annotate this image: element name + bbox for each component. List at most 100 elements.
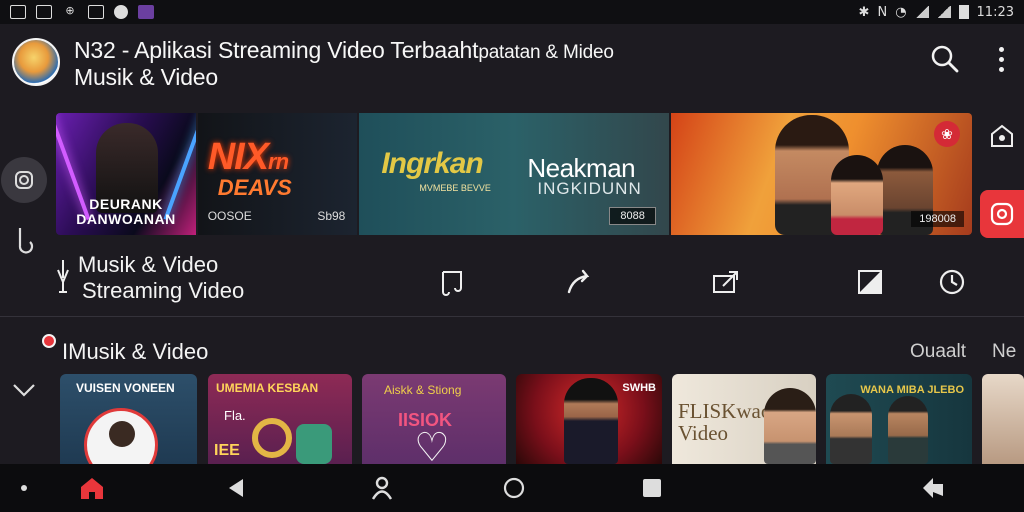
more-options-button[interactable]: [990, 44, 1012, 74]
guitarist-image: [888, 396, 928, 464]
history-button[interactable]: [936, 266, 968, 298]
edit-icon: [858, 270, 882, 294]
more-dot: [998, 46, 1004, 52]
status-left-icons: ⊕: [10, 5, 154, 19]
banner-label: OOSOE: [207, 209, 252, 223]
nav-recents[interactable]: [638, 474, 666, 502]
circle-icon: [503, 477, 525, 499]
app-graphic: [296, 424, 332, 464]
clock: 11:23: [976, 4, 1014, 20]
microphone-icon: [57, 260, 69, 293]
category-title: Musik & Video: [78, 252, 219, 277]
banner-name-sub: INGKIDUNN: [537, 179, 642, 198]
share-button[interactable]: [564, 266, 596, 298]
battery-icon: [958, 5, 969, 19]
divider: [0, 316, 1024, 317]
banner-card[interactable]: ❀ 198008: [670, 113, 972, 235]
banner-card[interactable]: Ingrkan MVMEBE BEVVE Neakman INGKIDUNN 8…: [359, 113, 669, 235]
return-icon: [923, 478, 943, 498]
banner-card[interactable]: DEURANK DANWOANAN: [56, 113, 196, 235]
music-note-icon: [18, 228, 34, 254]
rail-camera-bg: [1, 157, 47, 203]
home-icon: [81, 478, 103, 499]
content-tile[interactable]: VUISEN VONEEN: [60, 374, 197, 464]
tile-title: WANA MIBA JLEBO: [860, 384, 964, 396]
dot-icon: [21, 485, 27, 491]
wifi-icon: ◔: [895, 4, 907, 20]
content-tile[interactable]: FLISKwaoma Video: [672, 374, 816, 464]
nav-home-button[interactable]: [500, 474, 528, 502]
favorite-icon[interactable]: ❀: [934, 121, 960, 147]
more-dot: [998, 66, 1004, 72]
camera-icon: [15, 171, 33, 189]
live-button[interactable]: [980, 190, 1024, 238]
share-icon: [567, 269, 590, 294]
navigation-bar: [0, 464, 1024, 512]
tile-number: IEE: [214, 442, 240, 459]
banner-caption-line2: DANWOANAN: [76, 211, 176, 227]
category-subtitle: Streaming Video: [82, 278, 245, 303]
content-carousel: VUISEN VONEEN UMEMIA KESBAN Fla. IEE Ais…: [60, 374, 1024, 464]
banner-logo-sub: MVMEBE BEVVE: [419, 183, 491, 193]
banner-badge: 198008: [911, 211, 964, 227]
cast-button[interactable]: [986, 120, 1018, 150]
child-image: [830, 155, 883, 235]
featured-banner[interactable]: DEURANK DANWOANAN NIXrn DEAVS OOSOE Sb98…: [56, 113, 972, 235]
category-row: Musik & Video Streaming Video: [52, 252, 1012, 316]
artist-image: [764, 388, 816, 464]
rail-expand-button[interactable]: [0, 374, 48, 406]
singer-image: [564, 378, 618, 464]
back-icon: [229, 479, 243, 497]
live-icon: [990, 202, 1014, 226]
tab-new[interactable]: Ne: [992, 341, 1016, 363]
search-icon: [931, 45, 959, 73]
gallery-icon: [88, 5, 104, 19]
tile-title: VUISEN VONEEN: [76, 381, 175, 395]
nav-back[interactable]: [222, 474, 250, 502]
search-button[interactable]: [930, 44, 960, 74]
nav-return[interactable]: [920, 474, 948, 502]
signal-icon: ⊕: [65, 4, 75, 17]
app-icon: [138, 5, 154, 19]
notification-dot: [42, 334, 56, 348]
square-icon: [643, 479, 661, 497]
tab-quality[interactable]: Ouaalt: [910, 341, 966, 363]
heart-icon: ♡: [414, 425, 450, 464]
tile-title: UMEMIA KESBAN: [216, 381, 319, 395]
tile-title: Aiskk & Stiong: [384, 383, 462, 397]
banner-card[interactable]: NIXrn DEAVS OOSOE Sb98: [197, 113, 358, 235]
page-title-line1: N32 - Aplikasi Streaming Video Terbaaht: [74, 37, 479, 63]
open-button[interactable]: [710, 266, 742, 298]
status-right-icons: ✱ Ν ◔ 11:23: [859, 5, 1014, 20]
rail-music-button[interactable]: [0, 222, 48, 258]
page-title-line1-suffix: patatan & Mideo: [478, 42, 614, 63]
nav-profile[interactable]: [368, 474, 396, 502]
music-icon: [442, 271, 462, 296]
content-tile[interactable]: [982, 374, 1024, 464]
playlist-button[interactable]: [436, 266, 468, 298]
banner-logo-main: NIX: [207, 136, 269, 178]
more-dot: [998, 56, 1004, 62]
banner-caption: DEURANK DANWOANAN: [56, 197, 196, 227]
banner-logo-sub: DEAVS: [217, 175, 292, 200]
content-tile[interactable]: WANA MIBA JLEBO: [826, 374, 972, 464]
content-tile[interactable]: Aiskk & Stiong IISIOK ♡: [362, 374, 506, 464]
section-title: IMusik & Video: [62, 339, 209, 364]
banner-logo: Ingrkan: [381, 147, 483, 180]
disc-graphic: [252, 418, 292, 458]
cell-signal-icon: [936, 6, 951, 18]
edit-button[interactable]: [854, 266, 886, 298]
app-header: N32 - Aplikasi Streaming Video Terbaahtp…: [0, 24, 1024, 100]
photo-icon: [10, 5, 26, 19]
rail-camera-button[interactable]: [0, 156, 48, 204]
banner-label: Sb98: [317, 209, 346, 223]
nfc-icon: Ν: [877, 4, 888, 20]
artist-avatar: [84, 408, 158, 464]
app-logo[interactable]: [12, 38, 60, 86]
bluetooth-icon: ✱: [858, 4, 870, 20]
tile-subtitle: Fla.: [224, 408, 246, 423]
tile-title: SWHB: [622, 382, 656, 394]
content-tile[interactable]: UMEMIA KESBAN Fla. IEE: [208, 374, 352, 464]
nav-home[interactable]: [78, 474, 106, 502]
content-tile[interactable]: SWHB: [516, 374, 662, 464]
